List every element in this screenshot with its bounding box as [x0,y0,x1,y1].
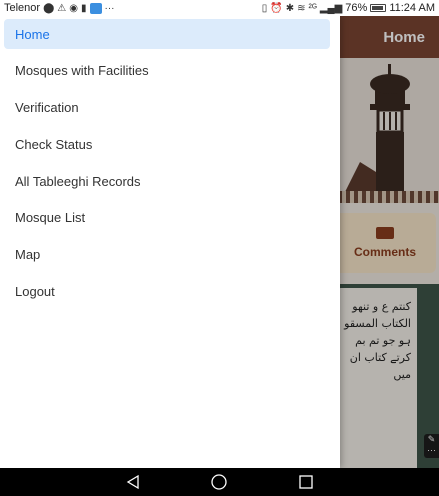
vibrate-icon: ▯ [261,2,268,14]
navigation-drawer: Home Mosques with Facilities Verificatio… [0,16,340,468]
messenger-icon: ◉ [69,2,78,14]
warning-icon: ⚠ [57,2,67,14]
drawer-item-label: Check Status [15,136,93,152]
drawer-item-home[interactable]: Home [4,19,330,49]
drawer-item-label: Logout [15,284,55,300]
alert-icon: ⬤ [43,2,55,14]
status-bar: Telenor ⬤ ⚠ ◉ ▮ ··· ▯ ⏰ ✱ ≋ ²ᴳ ▂▄▆ 76% 1… [0,0,439,16]
carrier-name: Telenor [4,2,41,14]
drawer-item-mosques-with-facilities[interactable]: Mosques with Facilities [4,56,330,86]
drawer-item-label: Map [15,247,41,263]
back-button[interactable] [123,472,143,492]
home-button[interactable] [209,472,229,492]
more-icon: ··· [104,2,115,14]
drawer-item-label: Mosque List [15,210,86,226]
drawer-item-label: All Tableeghi Records [15,173,141,189]
back-icon [126,474,139,490]
status-left: Telenor ⬤ ⚠ ◉ ▮ ··· [4,2,115,14]
drawer-menu: Home Mosques with Facilities Verificatio… [0,19,340,307]
drawer-item-verification[interactable]: Verification [4,93,330,123]
home-icon [211,474,228,490]
clock: 11:24 AM [389,2,435,14]
status-right: ▯ ⏰ ✱ ≋ ²ᴳ ▂▄▆ 76% 11:24 AM [262,2,435,14]
drawer-item-label: Mosques with Facilities [15,63,149,79]
drawer-item-logout[interactable]: Logout [4,277,330,307]
battery-percent: 76% [345,2,368,14]
drawer-item-all-tableeghi-records[interactable]: All Tableeghi Records [4,166,330,196]
signal-icon: ✱ [285,2,295,14]
drawer-item-label: Home [15,26,50,42]
system-navigation-bar [0,468,439,496]
drawer-item-label: Verification [15,100,79,116]
cell-signal-icon: ▂▄▆ [319,2,343,14]
drawer-scrim[interactable] [340,16,439,468]
app-icon [89,2,102,14]
drawer-item-check-status[interactable]: Check Status [4,129,330,159]
wifi-icon: ≋ [297,2,306,14]
battery-icon [370,4,387,12]
alarm-icon: ⏰ [270,2,283,14]
network-type: ²ᴳ [308,2,317,14]
recents-icon [299,475,313,489]
recents-button[interactable] [296,472,316,492]
notification-icon: ▮ [80,2,87,14]
drawer-item-map[interactable]: Map [4,240,330,270]
drawer-item-mosque-list[interactable]: Mosque List [4,203,330,233]
